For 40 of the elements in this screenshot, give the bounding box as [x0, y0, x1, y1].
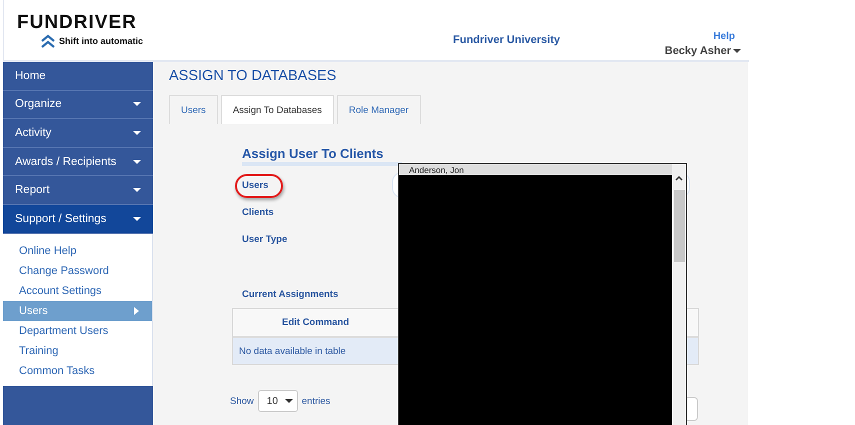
help-link[interactable]: Help: [713, 31, 735, 42]
caret-icon: [132, 306, 140, 315]
nav-item[interactable]: Support / Settings: [3, 204, 153, 234]
submenu-item[interactable]: Online Help: [3, 240, 152, 261]
column-header[interactable]: Edit Command: [233, 317, 398, 328]
dropdown-option[interactable]: Anderson, Jon: [399, 164, 672, 175]
entries-label: entries: [302, 396, 330, 406]
user-menu[interactable]: Becky Asher: [664, 45, 741, 57]
caret-icon: [133, 100, 141, 108]
field-label: Users: [242, 180, 268, 191]
tab[interactable]: Role Manager: [336, 95, 421, 124]
caret-icon: [133, 186, 141, 194]
submenu-item[interactable]: Common Tasks: [3, 360, 152, 381]
caret-icon: [133, 214, 141, 223]
show-label: Show: [230, 396, 254, 406]
submenu-item[interactable]: Change Password: [3, 260, 152, 281]
section-heading: Assign User To Clients: [242, 146, 402, 166]
page-size-select[interactable]: 10: [258, 390, 298, 412]
nav-item[interactable]: Organize: [3, 90, 153, 120]
submenu-item[interactable]: Training: [3, 340, 152, 361]
caret-icon: [284, 397, 293, 405]
tab[interactable]: Assign To Databases: [220, 95, 334, 124]
caret-icon: [133, 128, 141, 137]
section-label: Current Assignments: [242, 289, 340, 300]
caret-icon: [133, 158, 141, 166]
caret-icon: [733, 47, 741, 55]
organization-name: Fundriver University: [453, 34, 560, 46]
page-title: ASSIGN TO DATABASES: [169, 68, 338, 84]
scrollbar[interactable]: [672, 164, 686, 425]
chevrons-icon: [41, 34, 55, 48]
submenu-item[interactable]: Department Users: [3, 320, 152, 341]
field-label: Clients: [242, 207, 274, 218]
logo-tagline: Shift into automatic: [41, 34, 177, 48]
logo-wordmark: FUNDRIVER: [17, 12, 138, 34]
tab[interactable]: Users: [169, 95, 218, 124]
submenu-item[interactable]: Account Settings: [3, 280, 152, 301]
field-label: User Type: [242, 234, 288, 245]
scrollbar-thumb[interactable]: [674, 190, 684, 262]
empty-message: No data available in table: [239, 346, 346, 356]
scroll-up-icon: [675, 174, 683, 182]
